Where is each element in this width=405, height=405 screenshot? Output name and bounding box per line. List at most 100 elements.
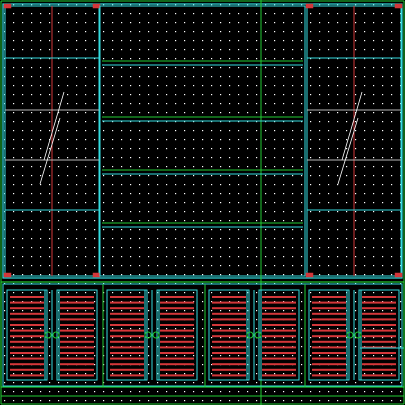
door-louver [262, 357, 296, 360]
door-louver [10, 301, 44, 304]
door-louver [60, 374, 94, 377]
door-louver [60, 340, 94, 343]
door-louver [362, 374, 396, 377]
door-louver [362, 307, 396, 310]
door-louver [312, 301, 346, 304]
door-louver [262, 346, 296, 349]
door-louver [160, 368, 194, 371]
door-louver [312, 346, 346, 349]
door-louver [312, 324, 346, 326]
right-bay-corner-marker [394, 272, 403, 278]
door-louver [10, 340, 44, 343]
door-louver [10, 346, 44, 349]
door-louver [110, 352, 144, 354]
door-louver [362, 312, 396, 315]
door-louver [262, 296, 296, 298]
door-louver [110, 318, 144, 321]
door-louver [362, 368, 396, 371]
door-louver [160, 357, 194, 360]
door-louver [160, 335, 194, 338]
door-louver [10, 374, 44, 377]
door-louver [262, 374, 296, 377]
door-louver [262, 335, 296, 338]
door-louver [110, 329, 144, 332]
door-louver [262, 329, 296, 332]
door-louver [160, 346, 194, 349]
door-louver [10, 357, 44, 360]
door-louver [212, 301, 246, 304]
door-louver [362, 335, 396, 338]
right-bay-corner-marker [305, 3, 314, 9]
door-louver [160, 318, 194, 321]
door-louver [212, 374, 246, 377]
door-louver [212, 312, 246, 315]
door-louver [110, 312, 144, 315]
door-louver [212, 340, 246, 343]
door-louver [212, 335, 246, 338]
door-louver [362, 352, 396, 354]
door-louver [60, 329, 94, 332]
door-louver [160, 301, 194, 304]
door-louver [60, 352, 94, 354]
door-louver [60, 301, 94, 304]
door-louver [160, 312, 194, 315]
door-louver [212, 296, 246, 298]
door-louver [10, 335, 44, 338]
door-louver [60, 346, 94, 349]
door-louver [362, 301, 396, 304]
door-louver [110, 307, 144, 310]
door-louver [312, 357, 346, 360]
door-louver [110, 340, 144, 343]
door-louver [110, 357, 144, 360]
door-louver [160, 324, 194, 326]
door-louver [362, 296, 396, 298]
door-louver [312, 368, 346, 371]
door-louver [262, 352, 296, 354]
door-louver [160, 329, 194, 332]
door-louver [160, 363, 194, 366]
door-louver [160, 340, 194, 343]
door-louver [60, 307, 94, 310]
door-louver [312, 352, 346, 354]
door-louver [110, 374, 144, 377]
door-louver [262, 363, 296, 366]
door-louver [312, 312, 346, 315]
door-louver [212, 318, 246, 321]
door-louver [110, 324, 144, 326]
door-louver [262, 307, 296, 310]
door-louver [362, 318, 396, 321]
door-louver [160, 307, 194, 310]
door-louver [60, 312, 94, 315]
door-louver [362, 363, 396, 366]
door-louver [110, 368, 144, 371]
door-louver [262, 324, 296, 326]
door-louver [110, 346, 144, 349]
door-louver [312, 335, 346, 338]
door-louver [10, 368, 44, 371]
left-bay-corner-marker [92, 3, 101, 9]
left-bay-corner-marker [92, 272, 101, 278]
door-louver [362, 329, 396, 332]
door-louver [312, 318, 346, 321]
right-bay-corner-marker [305, 272, 314, 278]
door-louver [312, 296, 346, 298]
door-louver [10, 352, 44, 354]
door-louver [60, 318, 94, 321]
door-louver [60, 324, 94, 326]
door-louver [10, 296, 44, 298]
door-louver [10, 324, 44, 326]
door-louver [312, 374, 346, 377]
door-louver [60, 296, 94, 298]
door-louver [60, 363, 94, 366]
door-louver [212, 352, 246, 354]
door-louver [10, 318, 44, 321]
door-louver [262, 368, 296, 371]
door-louver [312, 363, 346, 366]
door-louver [362, 357, 396, 360]
door-louver [262, 318, 296, 321]
door-louver [212, 346, 246, 349]
door-louver [362, 324, 396, 326]
door-louver [160, 374, 194, 377]
door-louver [212, 363, 246, 366]
door-louver [110, 335, 144, 338]
